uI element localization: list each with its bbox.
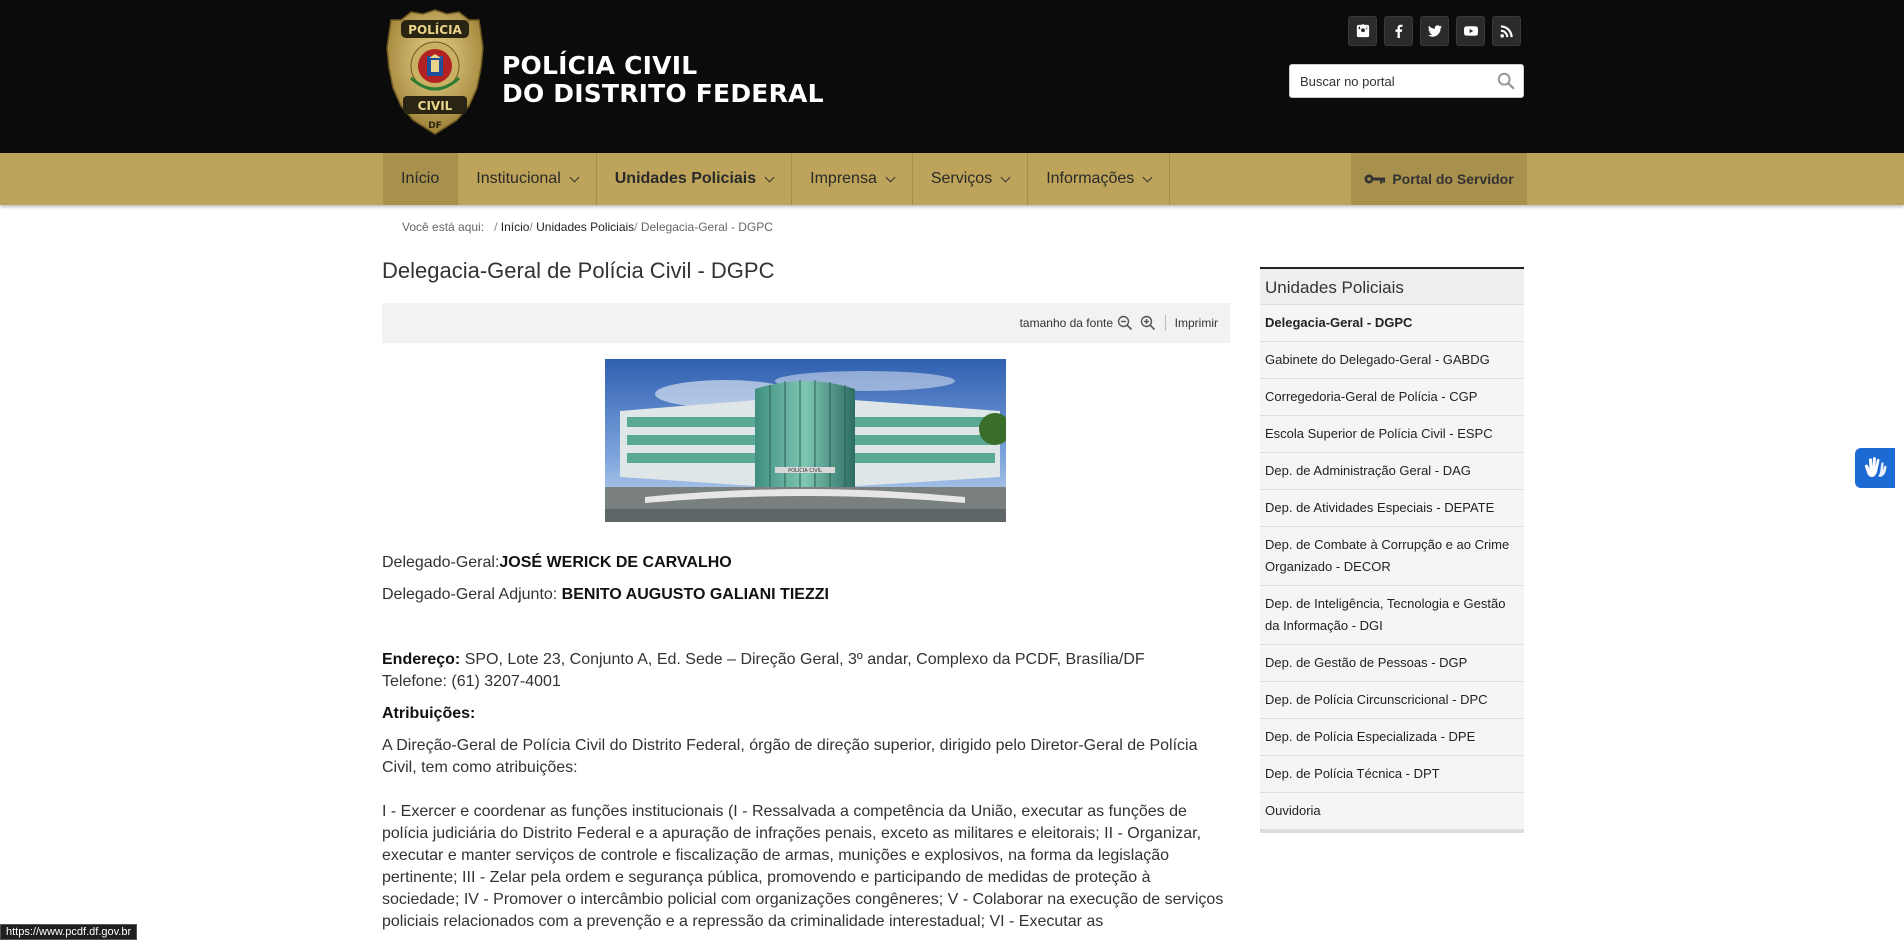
breadcrumb: Você está aqui: / Início/ Unidades Polic…: [402, 220, 773, 234]
badge-text-bottom: CIVIL: [418, 99, 453, 113]
nav-item-unidades-policiais[interactable]: Unidades Policiais: [597, 153, 793, 205]
breadcrumb-separator: /: [487, 220, 501, 234]
chevron-down-icon: [764, 172, 775, 182]
nav-item-servicos[interactable]: Serviços: [913, 153, 1029, 205]
breadcrumb-current: Delegacia-Geral - DGPC: [640, 220, 773, 234]
breadcrumb-link-unidades[interactable]: Unidades Policiais: [536, 220, 634, 234]
sidebar-item-ouvidoria[interactable]: Ouvidoria: [1260, 793, 1524, 830]
twitter-icon: [1427, 25, 1442, 37]
portal-servidor-button[interactable]: Portal do Servidor: [1351, 153, 1527, 205]
font-size-label: tamanho da fonte: [1019, 316, 1113, 330]
pcdf-badge-logo[interactable]: POLÍCIA CIVIL DF: [385, 8, 485, 138]
nav-item-institucional[interactable]: Institucional: [458, 153, 597, 205]
youtube-link[interactable]: [1456, 16, 1485, 46]
article-content: Delegado-Geral:JOSÉ WERICK DE CARVALHO D…: [382, 552, 1230, 933]
site-brand[interactable]: POLÍCIA CIVIL DO DISTRITO FEDERAL: [502, 52, 824, 108]
nav-item-informacoes[interactable]: Informações: [1028, 153, 1171, 205]
sidebar-item-dgp[interactable]: Dep. de Gestão de Pessoas - DGP: [1260, 645, 1524, 682]
sidebar-item-dag[interactable]: Dep. de Administração Geral - DAG: [1260, 453, 1524, 490]
atribuicoes-intro: A Direção-Geral de Polícia Civil do Dist…: [382, 737, 1198, 776]
sidebar-item-decor[interactable]: Dep. de Combate à Corrupção e ao Crime O…: [1260, 527, 1524, 586]
facebook-icon: [1395, 24, 1402, 38]
key-icon: [1364, 174, 1386, 184]
page-title: Delegacia-Geral de Polícia Civil - DGPC: [382, 258, 775, 283]
print-button[interactable]: Imprimir: [1175, 316, 1218, 330]
breadcrumb-link-inicio[interactable]: Início: [501, 220, 530, 234]
delegado-geral-line: Delegado-Geral:JOSÉ WERICK DE CARVALHO: [382, 552, 1230, 574]
sidebar-item-dpt[interactable]: Dep. de Polícia Técnica - DPT: [1260, 756, 1524, 793]
instagram-icon: [1356, 24, 1369, 38]
sidebar-item-dpe[interactable]: Dep. de Polícia Especializada - DPE: [1260, 719, 1524, 756]
sidebar-item-dgpc[interactable]: Delegacia-Geral - DGPC: [1260, 305, 1524, 342]
nav-item-inicio[interactable]: Início: [383, 153, 459, 205]
chevron-down-icon: [1000, 172, 1011, 182]
sidebar-item-gabdg[interactable]: Gabinete do Delegado-Geral - GABDG: [1260, 342, 1524, 379]
search-input[interactable]: [1290, 65, 1490, 97]
breadcrumb-prefix: Você está aqui:: [402, 220, 485, 234]
nav-label: Início: [401, 170, 440, 187]
nav-label: Institucional: [476, 170, 561, 187]
chevron-down-icon: [569, 172, 580, 182]
toolbar-divider: [1165, 315, 1166, 331]
atribuicoes-body: I - Exercer e coordenar as funções insti…: [382, 803, 1224, 930]
search-box: [1289, 64, 1524, 98]
twitter-link[interactable]: [1420, 16, 1449, 46]
zoom-out-icon[interactable]: [1117, 315, 1133, 331]
youtube-icon: [1463, 26, 1478, 36]
delegado-label: Delegado-Geral:: [382, 554, 500, 571]
atribuicoes-label: Atribuições:: [382, 705, 476, 722]
social-links: [1348, 16, 1521, 46]
portal-label: Portal do Servidor: [1392, 171, 1514, 187]
endereco-line: Endereço: SPO, Lote 23, Conjunto A, Ed. …: [382, 649, 1230, 671]
sidebar-item-espc[interactable]: Escola Superior de Polícia Civil - ESPC: [1260, 416, 1524, 453]
badge-text-top: POLÍCIA: [408, 22, 462, 37]
sidebar-list: Delegacia-Geral - DGPC Gabinete do Deleg…: [1260, 305, 1524, 833]
site-header: POLÍCIA CIVIL DF POLÍCIA CIVIL DO DISTRI…: [0, 0, 1904, 153]
delegado-name: JOSÉ WERICK DE CARVALHO: [499, 554, 732, 571]
nav-label: Serviços: [930, 170, 993, 187]
nav-label: Unidades Policiais: [614, 170, 757, 187]
nav-label: Informações: [1046, 170, 1135, 187]
chevron-down-icon: [885, 172, 896, 182]
sidebar-title: Unidades Policiais: [1260, 267, 1524, 305]
sign-language-hands-icon: [1864, 457, 1887, 477]
sidebar-item-cgp[interactable]: Corregedoria-Geral de Polícia - CGP: [1260, 379, 1524, 416]
search-icon[interactable]: [1497, 72, 1515, 90]
rss-icon: [1499, 25, 1513, 38]
zoom-in-icon[interactable]: [1140, 315, 1156, 331]
nav-label: Imprensa: [810, 170, 877, 187]
telefone-line: Telefone: (61) 3207-4001: [382, 673, 561, 690]
sidebar-unidades: Unidades Policiais Delegacia-Geral - DGP…: [1260, 267, 1524, 833]
rss-link[interactable]: [1492, 16, 1521, 46]
building-sign: POLÍCIA CIVIL: [788, 467, 822, 474]
nav-item-imprensa[interactable]: Imprensa: [792, 153, 913, 205]
facebook-link[interactable]: [1384, 16, 1413, 46]
badge-text-df: DF: [428, 121, 442, 131]
brand-line-1: POLÍCIA CIVIL: [502, 51, 698, 80]
sign-language-accessibility-button[interactable]: [1855, 448, 1895, 488]
delegado-adjunto-line: Delegado-Geral Adjunto: BENITO AUGUSTO G…: [382, 584, 1230, 606]
adjunto-name: BENITO AUGUSTO GALIANI TIEZZI: [561, 586, 829, 603]
sidebar-item-dgi[interactable]: Dep. de Inteligência, Tecnologia e Gestã…: [1260, 586, 1524, 645]
sidebar-item-depate[interactable]: Dep. de Atividades Especiais - DEPATE: [1260, 490, 1524, 527]
endereco-value: SPO, Lote 23, Conjunto A, Ed. Sede – Dir…: [460, 651, 1145, 668]
brand-line-2: DO DISTRITO FEDERAL: [502, 79, 824, 108]
main-nav: Início Institucional Unidades Policiais …: [383, 153, 1171, 205]
sidebar-item-dpc[interactable]: Dep. de Polícia Circunscricional - DPC: [1260, 682, 1524, 719]
adjunto-label: Delegado-Geral Adjunto:: [382, 586, 562, 603]
status-bar-url: https://www.pcdf.df.gov.br: [0, 924, 138, 940]
article-toolbar: tamanho da fonte Imprimir: [382, 303, 1230, 343]
main-navbar: Início Institucional Unidades Policiais …: [0, 153, 1904, 205]
instagram-link[interactable]: [1348, 16, 1377, 46]
headquarters-building-image: POLÍCIA CIVIL: [605, 359, 1006, 522]
breadcrumb-separator: /: [634, 220, 641, 234]
atribuicoes-heading: Atribuições:: [382, 703, 1230, 725]
endereco-label: Endereço:: [382, 651, 461, 668]
chevron-down-icon: [1142, 172, 1153, 182]
